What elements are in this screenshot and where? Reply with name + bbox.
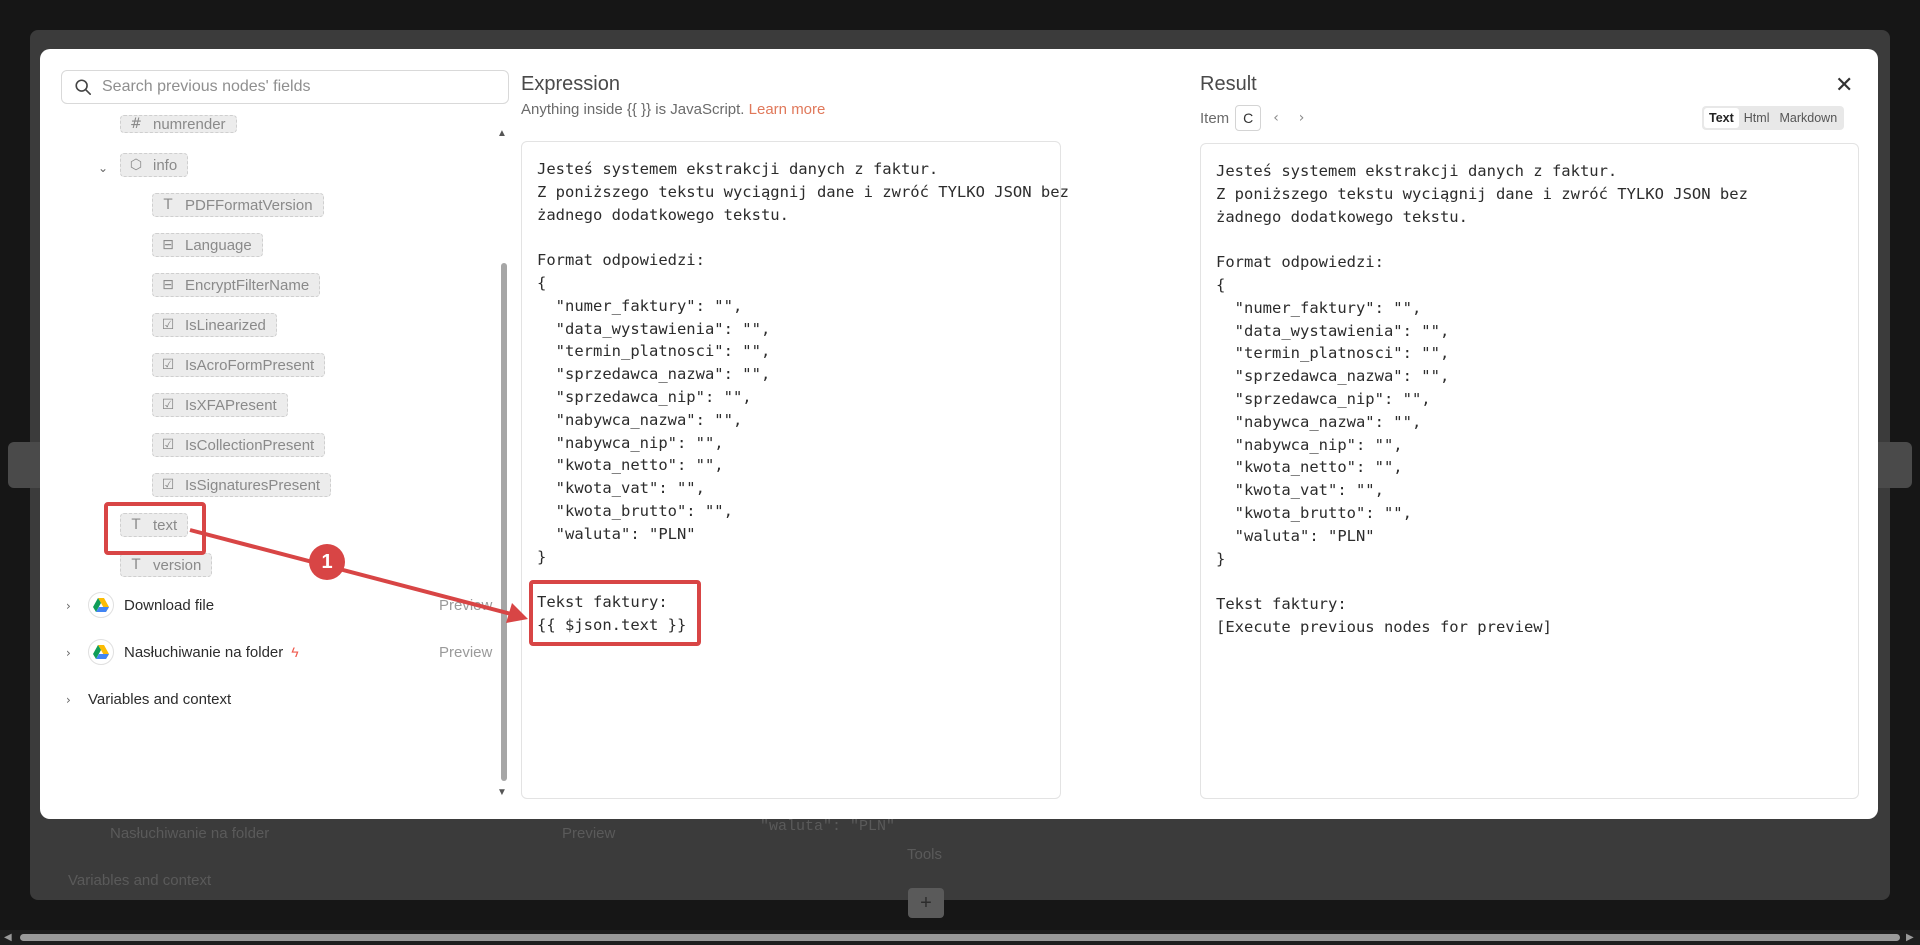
annotation-highlight-text-field [104, 502, 206, 555]
field-pdfformatversion[interactable]: T PDFFormatVersion [152, 193, 324, 217]
field-islinearized[interactable]: ☑ IsLinearized [152, 313, 277, 337]
tab-html[interactable]: Html [1739, 108, 1775, 128]
background-preview: Preview [562, 825, 616, 842]
expression-title: Expression [521, 73, 620, 95]
tab-markdown[interactable]: Markdown [1774, 108, 1842, 128]
background-variables: Variables and context [68, 872, 212, 889]
node-nasluchiwanie-na-folder[interactable]: Nasłuchiwanie na folder ϟ [88, 639, 299, 665]
chevron-right-icon[interactable]: › [66, 599, 71, 613]
expression-editor[interactable]: Jesteś systemem ekstrakcji danych z fakt… [521, 141, 1069, 799]
field-label: PDFFormatVersion [185, 196, 313, 214]
item-index-input[interactable]: C [1235, 105, 1262, 131]
number-type-icon: # [130, 116, 142, 132]
field-iscollectionpresent[interactable]: ☑ IsCollectionPresent [152, 433, 326, 457]
annotation-badge: 1 [309, 544, 345, 580]
background-node-label: Nasłuchiwanie na folder [110, 825, 270, 842]
search-icon [75, 79, 92, 96]
result-output: Jesteś systemem ekstrakcji danych z fakt… [1216, 162, 1748, 636]
field-label: info [153, 156, 178, 174]
background-code-line: "waluta": "PLN" [760, 818, 896, 835]
text-type-icon: T [163, 197, 173, 213]
scroll-right-icon[interactable]: ▶ [1906, 932, 1914, 943]
chevron-right-icon[interactable]: › [66, 646, 71, 660]
object-type-icon: ⬡ [129, 157, 143, 173]
search-input[interactable] [102, 78, 482, 96]
field-label: IsAcroFormPresent [185, 356, 315, 374]
horizontal-scroll-thumb[interactable] [20, 934, 1900, 941]
item-selector: Item C ‹ › [1200, 105, 1304, 131]
field-label: Language [185, 236, 252, 254]
object-type-icon: ⊟ [162, 277, 174, 293]
field-label: IsXFAPresent [185, 396, 277, 414]
boolean-type-icon: ☑ [161, 317, 175, 333]
field-isxfapresent[interactable]: ☑ IsXFAPresent [152, 393, 288, 417]
scroll-up-icon[interactable]: ▲ [497, 128, 507, 139]
background-add-button: + [908, 888, 944, 918]
field-label: IsCollectionPresent [185, 436, 315, 454]
background-right-handle [1872, 442, 1912, 488]
scroll-down-icon[interactable]: ▼ [497, 787, 507, 798]
node-label: Download file [124, 596, 215, 614]
tree-scroll-thumb[interactable] [501, 263, 507, 781]
field-label: EncryptFilterName [185, 276, 310, 294]
chevron-right-icon[interactable]: › [1299, 110, 1305, 126]
field-info[interactable]: ⬡ info [120, 153, 189, 177]
field-language[interactable]: ⊟ Language [152, 233, 263, 257]
google-drive-icon [88, 639, 114, 665]
chevron-down-icon[interactable]: ⌄ [98, 161, 108, 175]
background-tools: Tools [907, 846, 943, 863]
field-encryptfiltername[interactable]: ⊟ EncryptFilterName [152, 273, 321, 297]
chevron-left-icon[interactable]: ‹ [1273, 110, 1279, 126]
result-preview: Jesteś systemem ekstrakcji danych z fakt… [1200, 143, 1859, 799]
learn-more-link[interactable]: Learn more [749, 101, 826, 118]
field-numrender[interactable]: # numrender [120, 115, 237, 133]
scroll-left-icon[interactable]: ◀ [4, 932, 12, 943]
chevron-right-icon[interactable]: › [66, 693, 71, 707]
search-field[interactable] [61, 70, 509, 104]
expression-code[interactable]: Jesteś systemem ekstrakcji danych z fakt… [537, 158, 1069, 637]
field-label: IsLinearized [185, 316, 266, 334]
close-icon[interactable]: ✕ [1835, 73, 1853, 98]
result-format-toggle: Text Html Markdown [1702, 106, 1845, 130]
text-type-icon: T [131, 557, 141, 573]
boolean-type-icon: ☑ [161, 357, 175, 373]
boolean-type-icon: ☑ [161, 477, 175, 493]
expression-hint: Anything inside {{ }} is JavaScript. [521, 101, 745, 118]
field-label: numrender [153, 115, 226, 133]
variables-and-context[interactable]: Variables and context [88, 691, 231, 708]
item-label: Item [1200, 109, 1230, 127]
expression-editor-modal: # numrender ⌄ ⬡ info T PDFFormatVersion … [40, 49, 1878, 819]
horizontal-scrollbar[interactable]: ◀ ▶ [0, 930, 1920, 945]
field-isacroformpresent[interactable]: ☑ IsAcroFormPresent [152, 353, 326, 377]
node-download-file[interactable]: Download file [88, 592, 214, 618]
expression-subtitle: Anything inside {{ }} is JavaScript. Lea… [521, 101, 825, 118]
field-issignaturespresent[interactable]: ☑ IsSignaturesPresent [152, 473, 332, 497]
object-type-icon: ⊟ [162, 237, 174, 253]
google-drive-icon [88, 592, 114, 618]
field-version[interactable]: T version [120, 553, 213, 577]
node-label: Variables and context [88, 691, 232, 708]
boolean-type-icon: ☑ [161, 437, 175, 453]
field-label: version [153, 556, 202, 574]
trigger-bolt-icon: ϟ [291, 644, 299, 660]
boolean-type-icon: ☑ [161, 397, 175, 413]
preview-link[interactable]: Preview [439, 597, 492, 614]
node-label: Nasłuchiwanie na folder [124, 643, 284, 661]
preview-link[interactable]: Preview [439, 644, 492, 661]
input-fields-tree: # numrender ⌄ ⬡ info T PDFFormatVersion … [40, 115, 510, 819]
annotation-highlight-expression [529, 580, 701, 646]
field-label: IsSignaturesPresent [185, 476, 321, 494]
tab-text[interactable]: Text [1704, 108, 1739, 128]
result-title: Result [1200, 73, 1257, 95]
